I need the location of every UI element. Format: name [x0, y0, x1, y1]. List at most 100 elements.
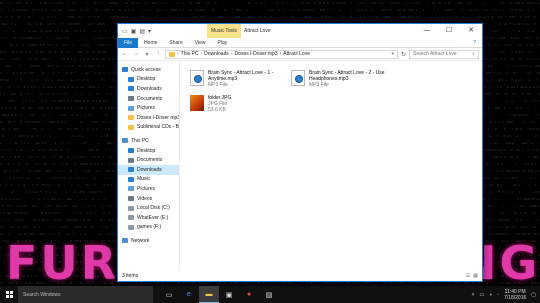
system-tray: ˄ ▭ ◖ ▫ 11:40 PM 7/18/2016 ▢: [472, 289, 540, 301]
file-type: MP3 File: [208, 82, 278, 88]
nav-item-label: Network: [131, 238, 149, 244]
download-icon: [128, 86, 134, 91]
drive-icon: [128, 225, 134, 230]
chevron-up-icon[interactable]: ˄: [472, 292, 475, 298]
language-icon[interactable]: ▫: [497, 292, 499, 298]
notifications-icon[interactable]: ▢: [531, 292, 536, 298]
maximize-button[interactable]: ☐: [438, 24, 460, 38]
item-count: 3 items: [122, 273, 138, 279]
nav-item[interactable]: Network: [118, 236, 179, 246]
nav-item-label: Doses I-Doser mp3: [137, 115, 180, 121]
tab-play[interactable]: Play: [212, 40, 234, 46]
clock[interactable]: 11:40 PM 7/18/2016: [504, 289, 526, 301]
minimize-button[interactable]: —: [416, 24, 438, 38]
file-item[interactable]: Brain Sync - Attract Love - 2 - Use Head…: [291, 70, 391, 88]
nav-item[interactable]: Downloads: [118, 165, 179, 175]
title-bar: ▭ ▣ ▤ ▾ Music Tools Attract Love — ☐ ✕: [118, 24, 482, 38]
folder-icon[interactable]: ▭: [122, 28, 128, 35]
file-list: Brain Sync - Attract Love - 1 - Anytime.…: [180, 61, 482, 270]
nav-item[interactable]: Subliminal CDs - Br: [118, 123, 179, 133]
nav-item[interactable]: Downloads: [118, 84, 179, 94]
window-title: Attract Love: [244, 24, 271, 38]
nav-item[interactable]: This PC: [118, 136, 179, 146]
taskbar: Search Windows ▭ e ▬ ▣ ● ▨ ˄ ▭ ◖ ▫ 11:40…: [0, 286, 540, 303]
nav-item[interactable]: WhatEver (E:): [118, 213, 179, 223]
nav-item[interactable]: Local Disk (C:): [118, 203, 179, 213]
search-box[interactable]: Search Attract Love ⌕: [409, 50, 479, 59]
ribbon-tabs: File Home Share View Play ?: [118, 38, 482, 48]
nav-item[interactable]: Pictures: [118, 103, 179, 113]
nav-item[interactable]: Music: [118, 175, 179, 185]
tab-home[interactable]: Home: [138, 40, 163, 46]
file-type: MP3 File: [309, 82, 391, 88]
breadcrumb-doses[interactable]: Doses I-Doser mp3: [235, 51, 278, 57]
nav-item[interactable]: Doses I-Doser mp3: [118, 113, 179, 123]
refresh-icon[interactable]: ↻: [401, 51, 406, 58]
folder-icon: [128, 115, 134, 120]
nav-item-label: Documents: [137, 96, 162, 102]
address-bar-row: ← → ▾ ↑ › This PC › Downloads › Doses I-…: [118, 48, 482, 61]
documents-icon: [128, 96, 134, 101]
start-button[interactable]: [0, 286, 18, 303]
up-arrow-icon[interactable]: ↑: [154, 51, 162, 57]
nav-item[interactable]: Desktop: [118, 75, 179, 85]
folder-icon: [169, 52, 175, 57]
edge-icon[interactable]: e: [179, 286, 199, 303]
taskbar-search[interactable]: Search Windows: [18, 286, 153, 303]
star-icon: [122, 67, 128, 72]
download-icon: [128, 167, 134, 172]
search-placeholder: Search Windows: [23, 292, 61, 298]
clock-time: 11:40 PM: [504, 289, 526, 295]
drive-icon: [128, 215, 134, 220]
nav-item[interactable]: games (F:): [118, 223, 179, 233]
videos-icon: [128, 196, 134, 201]
nav-item-label: games (F:): [137, 224, 161, 230]
nav-item[interactable]: Documents: [118, 155, 179, 165]
chevron-down-icon[interactable]: ▾: [391, 51, 394, 57]
file-item[interactable]: folder.JPG JPG File 53.6 KB: [190, 95, 278, 113]
nav-item-label: Desktop: [137, 148, 155, 154]
nav-item[interactable]: Videos: [118, 194, 179, 204]
store-icon[interactable]: ▣: [219, 286, 239, 303]
nav-item-label: Pictures: [137, 105, 155, 111]
tiles-view-icon[interactable]: ▦: [473, 273, 478, 279]
help-icon[interactable]: ?: [467, 40, 482, 46]
chevron-down-icon[interactable]: ▾: [148, 28, 151, 35]
file-explorer-icon[interactable]: ▬: [199, 286, 219, 303]
tab-file[interactable]: File: [118, 38, 138, 48]
app-icon[interactable]: ▨: [259, 286, 279, 303]
quick-access-toolbar: ▭ ▣ ▤ ▾: [118, 28, 151, 35]
network-icon: [122, 238, 128, 243]
breadcrumb-downloads[interactable]: Downloads: [204, 51, 229, 57]
details-view-icon[interactable]: ☰: [466, 273, 470, 279]
nav-item[interactable]: Pictures: [118, 184, 179, 194]
network-icon[interactable]: ▭: [479, 292, 484, 298]
new-folder-icon[interactable]: ▤: [139, 28, 145, 35]
nav-item[interactable]: Desktop: [118, 146, 179, 156]
properties-icon[interactable]: ▣: [131, 28, 137, 35]
close-button[interactable]: ✕: [460, 24, 482, 38]
tab-share[interactable]: Share: [163, 40, 188, 46]
nav-item[interactable]: Documents: [118, 94, 179, 104]
nav-item-label: Downloads: [137, 167, 162, 173]
address-bar[interactable]: › This PC › Downloads › Doses I-Doser mp…: [165, 50, 398, 59]
recent-chevron-icon[interactable]: ▾: [143, 51, 151, 58]
task-view-icon[interactable]: ▭: [159, 286, 179, 303]
nav-item-label: Videos: [137, 196, 152, 202]
forward-arrow-icon[interactable]: →: [132, 51, 140, 57]
breadcrumb-attract-love[interactable]: Attract Love: [283, 51, 310, 57]
chrome-icon[interactable]: ●: [239, 286, 259, 303]
file-item[interactable]: Brain Sync - Attract Love - 1 - Anytime.…: [190, 70, 278, 88]
nav-item[interactable]: Quick access: [118, 65, 179, 75]
navigation-pane: Quick access Desktop Downloads Documents Pic…: [118, 61, 180, 270]
nav-item-label: Music: [137, 176, 150, 182]
volume-icon[interactable]: ◖: [489, 292, 492, 298]
drive-icon: [128, 206, 134, 211]
tab-view[interactable]: View: [189, 40, 212, 46]
documents-icon: [128, 158, 134, 163]
back-arrow-icon[interactable]: ←: [121, 51, 129, 57]
music-tools-context-tab[interactable]: Music Tools: [207, 24, 241, 38]
search-input[interactable]: Search Attract Love: [413, 51, 457, 57]
breadcrumb-this-pc[interactable]: This PC: [181, 51, 199, 57]
desktop-icon: [128, 148, 134, 153]
